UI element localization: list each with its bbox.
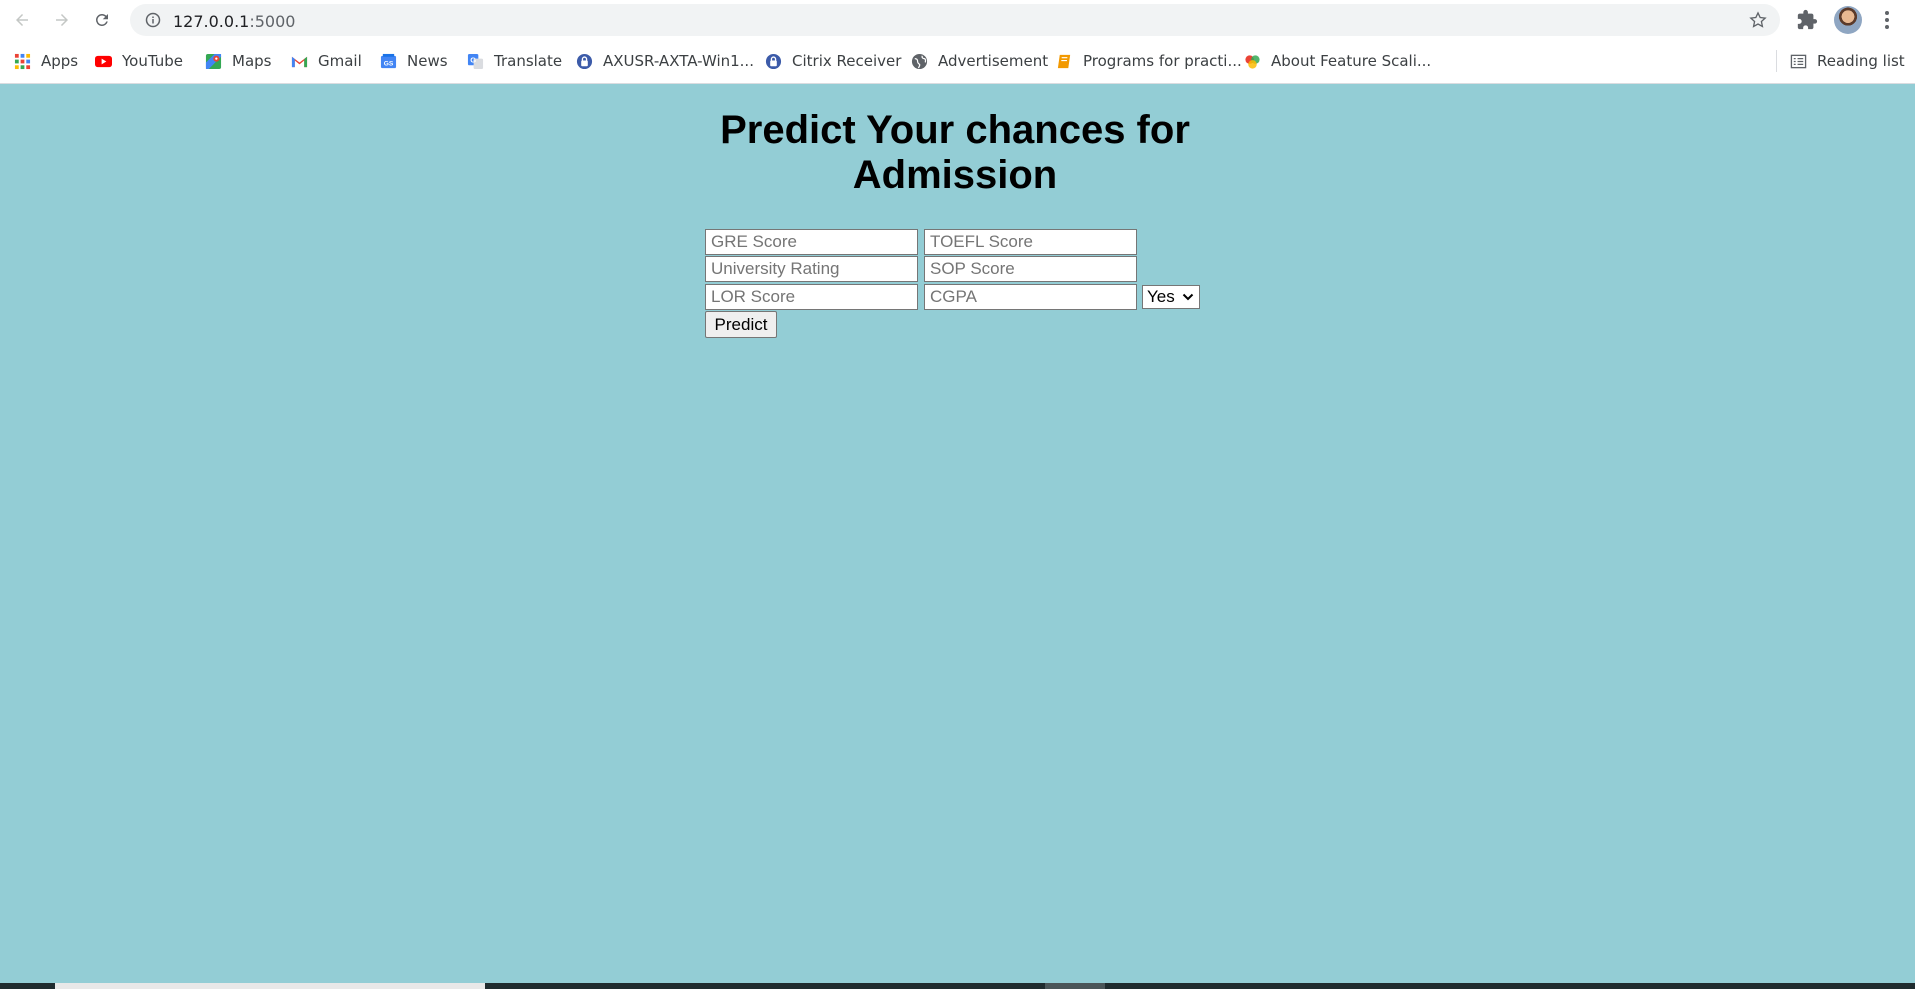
apps-grid-icon: [14, 53, 31, 69]
profile-avatar[interactable]: [1834, 6, 1862, 34]
taskbar-item: [1045, 983, 1105, 989]
reload-button[interactable]: [88, 6, 116, 34]
extensions-puzzle-icon[interactable]: [1796, 9, 1818, 31]
taskbar-strip: [0, 983, 1915, 989]
bookmark-advertisement[interactable]: Advertisement: [911, 50, 1048, 72]
youtube-icon: [95, 55, 112, 67]
bookmark-citrix[interactable]: Citrix Receiver: [765, 50, 901, 72]
info-icon[interactable]: [145, 12, 161, 28]
bookmark-label: Apps: [41, 52, 79, 70]
arrow-right-icon: [56, 14, 68, 26]
bookmark-star-icon[interactable]: [1748, 10, 1768, 30]
svg-text:G: G: [470, 55, 476, 64]
translate-icon: G: [467, 53, 484, 69]
bookmark-translate[interactable]: G Translate: [467, 50, 562, 72]
predict-button[interactable]: Predict: [705, 311, 777, 338]
reload-icon: [95, 13, 108, 26]
svg-text:GS: GS: [384, 60, 394, 67]
address-bar[interactable]: 127.0.0.1:5000: [130, 4, 1780, 36]
bookmark-label: Advertisement: [938, 52, 1049, 70]
forward-button[interactable]: [48, 6, 76, 34]
maps-icon: [205, 53, 222, 69]
back-button[interactable]: [8, 6, 36, 34]
browser-toolbar: 127.0.0.1:5000: [0, 0, 1915, 40]
lock-icon: [576, 53, 593, 69]
url-port: :5000: [249, 12, 296, 31]
bookmark-label: Gmail: [318, 52, 362, 70]
bookmark-label: Programs for practi...: [1083, 52, 1242, 70]
reading-list-icon: [1790, 54, 1807, 68]
browser-menu-icon[interactable]: [1876, 9, 1898, 31]
bookmark-label: Maps: [232, 52, 272, 70]
bookmark-label: News: [407, 52, 448, 70]
globe-icon: [911, 53, 928, 69]
bookmark-label: YouTube: [122, 52, 183, 70]
chevron-down-icon: [1182, 293, 1194, 301]
bookmark-label: Citrix Receiver: [792, 52, 902, 70]
bookmark-feature-scaling[interactable]: About Feature Scali...: [1244, 50, 1431, 72]
lor-score-input[interactable]: [705, 284, 918, 310]
bookmark-label: About Feature Scali...: [1271, 52, 1432, 70]
bookmark-label: Translate: [494, 52, 563, 70]
gre-score-input[interactable]: [705, 229, 918, 255]
toefl-score-input[interactable]: [924, 229, 1137, 255]
research-select[interactable]: Yes: [1142, 285, 1200, 309]
bookmark-label: AXUSR-AXTA-Win1...: [603, 52, 754, 70]
colorful-logo-icon: [1245, 54, 1260, 69]
news-icon: GS: [380, 53, 397, 68]
bookmark-apps[interactable]: Apps: [14, 50, 78, 72]
bookmarks-bar: Apps YouTube Maps Gmail GS News G Transl…: [0, 40, 1915, 84]
url-text[interactable]: 127.0.0.1:5000: [173, 12, 295, 31]
bookmark-axusr[interactable]: AXUSR-AXTA-Win1...: [576, 50, 754, 72]
sop-score-input[interactable]: [924, 256, 1137, 282]
cgpa-input[interactable]: [924, 284, 1137, 310]
bookmark-gmail[interactable]: Gmail: [291, 50, 362, 72]
bookmark-news[interactable]: GS News: [380, 50, 448, 72]
reading-list-label: Reading list: [1817, 52, 1905, 70]
book-icon: [1057, 54, 1071, 68]
lock-icon: [765, 53, 782, 69]
reading-list-button[interactable]: Reading list: [1790, 50, 1905, 72]
bookmark-programs[interactable]: Programs for practi...: [1056, 50, 1242, 72]
page-title: Predict Your chances for Admission: [720, 108, 1190, 197]
taskbar-item: [55, 983, 485, 989]
research-select-value: Yes: [1147, 287, 1175, 306]
bookmark-youtube[interactable]: YouTube: [95, 50, 183, 72]
url-host: 127.0.0.1: [173, 12, 250, 31]
arrow-left-icon: [16, 14, 28, 26]
university-rating-input[interactable]: [705, 256, 918, 282]
bookmark-separator: [1776, 50, 1777, 72]
bookmark-maps[interactable]: Maps: [205, 50, 271, 72]
gmail-icon: [291, 56, 308, 67]
